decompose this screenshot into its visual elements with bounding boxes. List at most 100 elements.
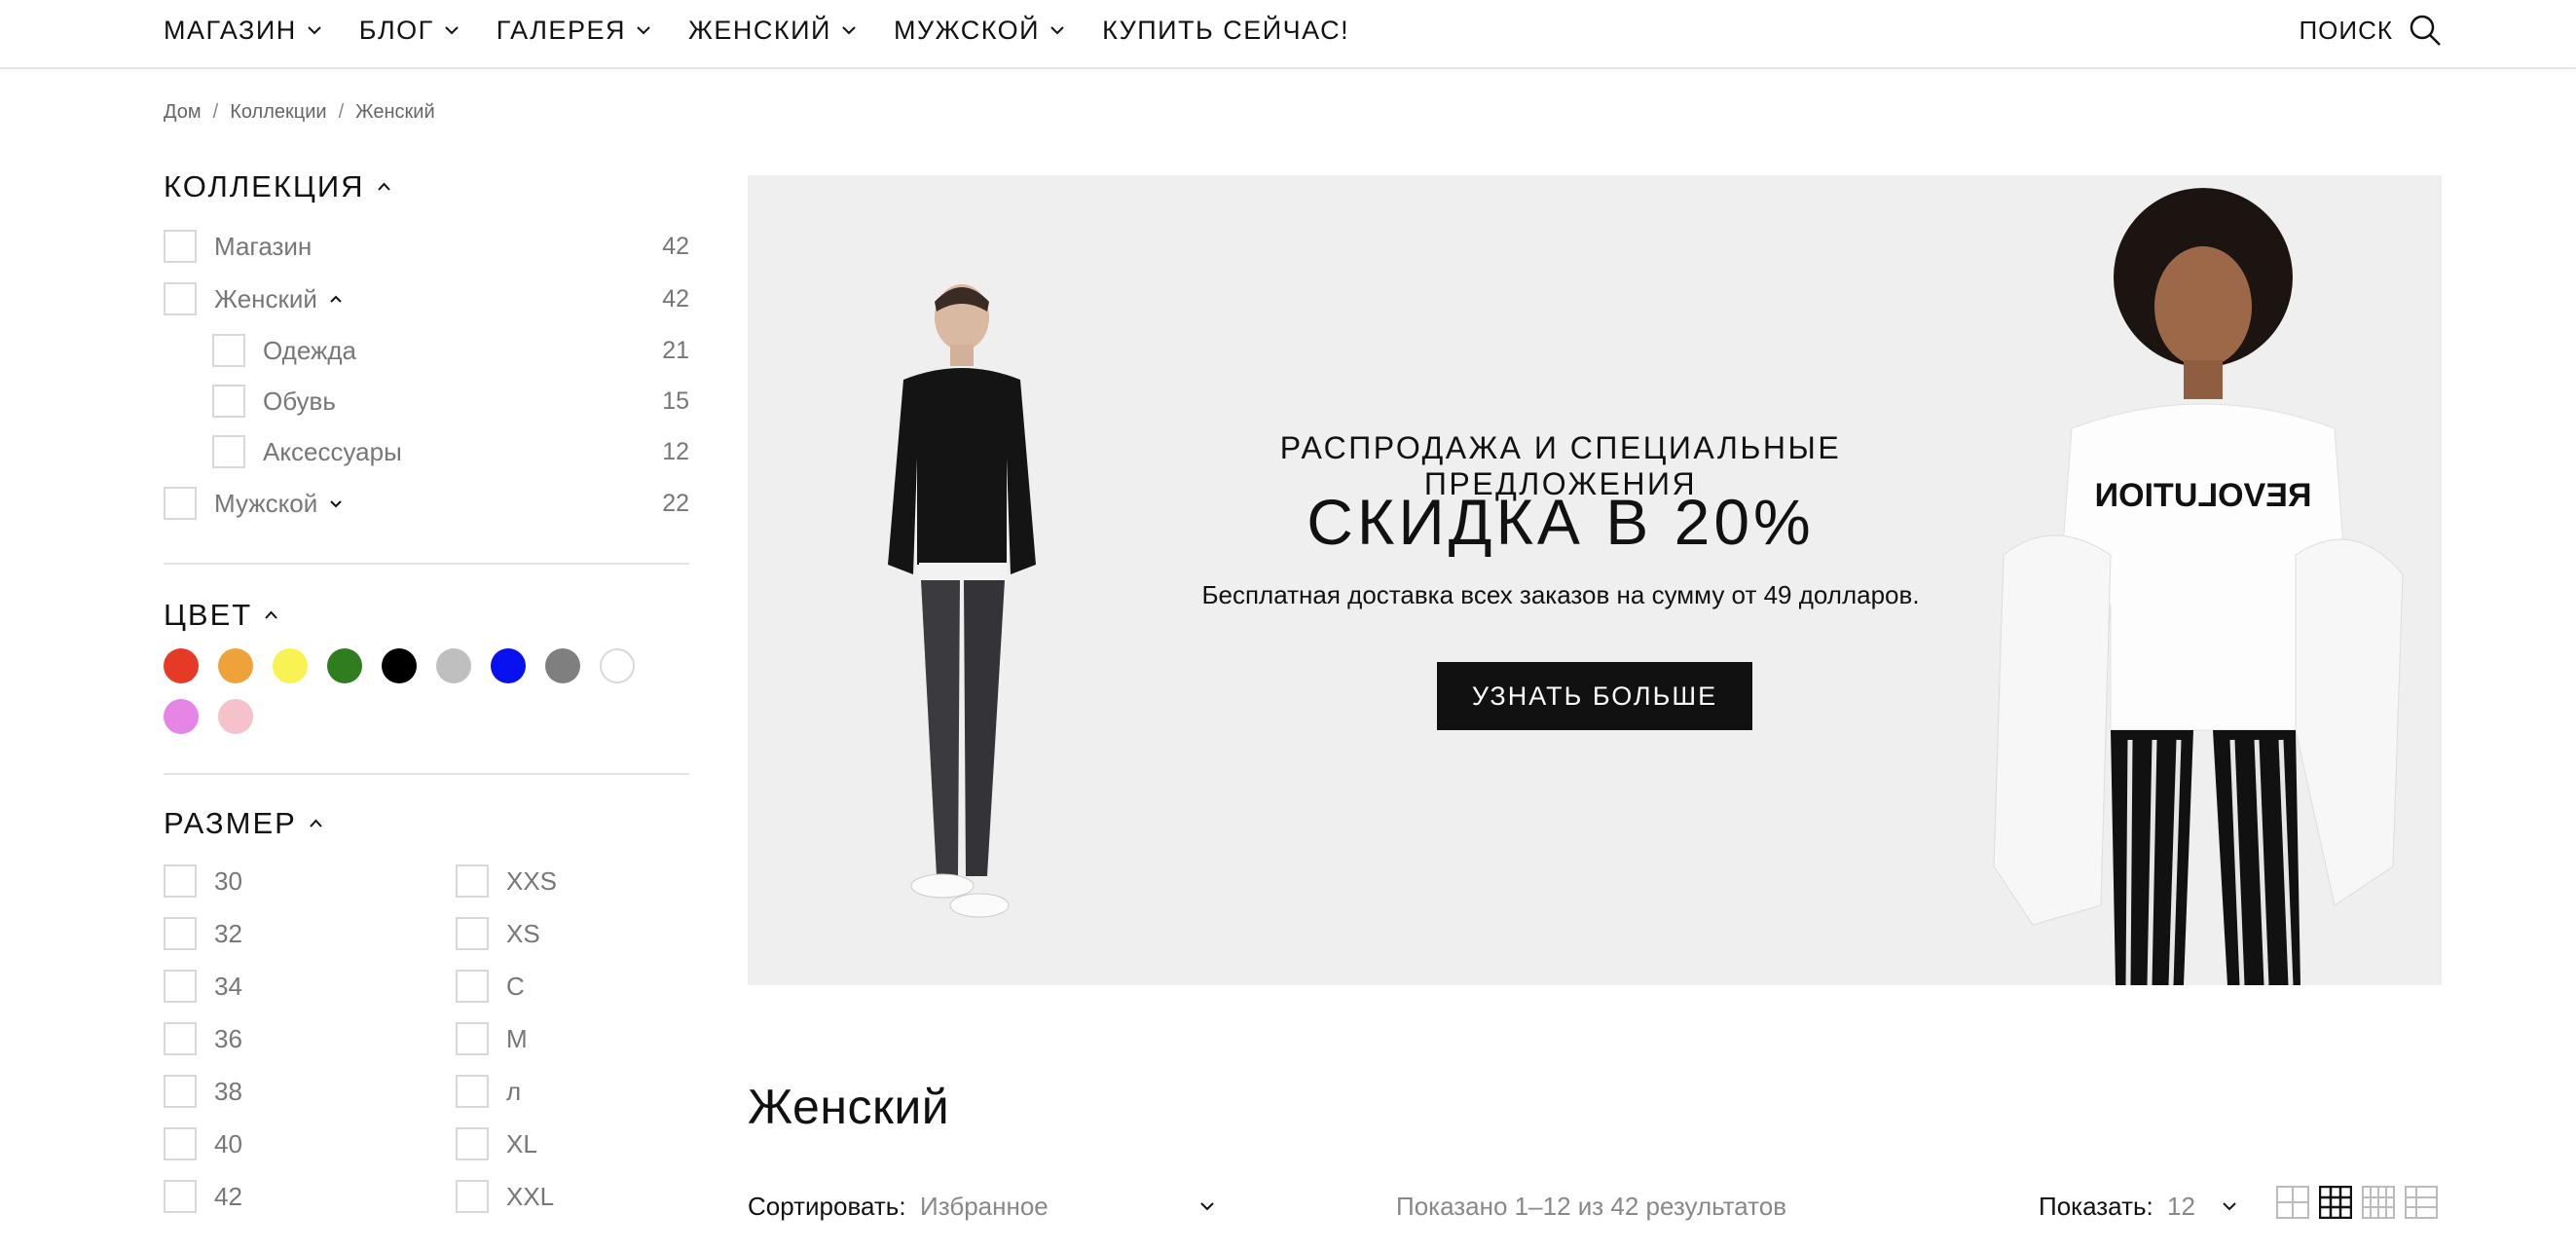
filter-option-count: 22 (662, 489, 689, 517)
size-option-xl[interactable]: XL (456, 1118, 689, 1170)
checkbox[interactable] (164, 864, 197, 898)
filter-size-toggle[interactable]: РАЗМЕР (164, 802, 689, 845)
per-page-select[interactable]: 12 (2167, 1192, 2195, 1222)
filter-option-label: Женский (214, 284, 343, 314)
male-model-image (888, 284, 1036, 918)
size-option-xxs[interactable]: XXS (456, 855, 689, 907)
nav-item-men[interactable]: МУЖСКОЙ (894, 16, 1065, 46)
grid-4-columns-icon[interactable] (2362, 1186, 2395, 1219)
chevron-up-icon[interactable] (329, 295, 343, 304)
size-option-30[interactable]: 30 (164, 855, 456, 907)
chevron-down-icon[interactable] (2222, 1201, 2237, 1211)
search-icon (2410, 15, 2441, 46)
size-label: 40 (214, 1128, 242, 1158)
checkbox[interactable] (212, 385, 245, 418)
color-swatch[interactable] (273, 648, 308, 683)
size-option-36[interactable]: 36 (164, 1012, 456, 1065)
size-label: XXS (506, 865, 558, 896)
filter-option-shop[interactable]: Магазин 42 (164, 220, 689, 273)
filter-collection-toggle[interactable]: КОЛЛЕКЦИЯ (164, 165, 689, 208)
chevron-down-icon (1050, 26, 1064, 35)
color-swatch[interactable] (600, 648, 635, 683)
size-label: С (506, 971, 525, 1001)
size-option-34[interactable]: 34 (164, 960, 456, 1012)
female-model-image: REVOLUTION (1993, 188, 2404, 985)
chevron-up-icon (377, 182, 390, 191)
chevron-down-icon[interactable] (1199, 1201, 1215, 1211)
filter-option-label: Обувь (263, 386, 336, 416)
checkbox[interactable] (456, 864, 489, 898)
checkbox[interactable] (456, 1022, 489, 1055)
breadcrumb-link-collections[interactable]: Коллекции (230, 101, 326, 124)
color-swatch[interactable] (218, 699, 253, 734)
listing-toolbar: Сортировать: Избранное Показано 1–12 из … (748, 1182, 2442, 1231)
nav-item-gallery[interactable]: ГАЛЕРЕЯ (497, 16, 651, 46)
filter-option-count: 12 (662, 437, 689, 465)
filter-option-count: 42 (662, 232, 689, 260)
checkbox[interactable] (164, 1127, 197, 1160)
checkbox[interactable] (164, 282, 197, 315)
color-swatch[interactable] (382, 648, 417, 683)
color-swatch[interactable] (436, 648, 471, 683)
breadcrumb-link-home[interactable]: Дом (164, 101, 202, 124)
checkbox[interactable] (164, 230, 197, 263)
color-swatch[interactable] (327, 648, 362, 683)
filter-option-women[interactable]: Женский 42 (164, 273, 689, 325)
grid-2-columns-icon[interactable] (2276, 1186, 2309, 1219)
checkbox[interactable] (164, 487, 197, 520)
checkbox[interactable] (164, 1180, 197, 1213)
filter-option-label: Магазин (214, 231, 313, 261)
size-option-m[interactable]: M (456, 1012, 689, 1065)
filter-color-title: ЦВЕТ (164, 598, 253, 632)
filter-option-men[interactable]: Мужской 22 (164, 477, 689, 530)
checkbox[interactable] (456, 1127, 489, 1160)
size-label: 38 (214, 1076, 242, 1106)
checkbox[interactable] (212, 334, 245, 367)
size-option-42[interactable]: 42 (164, 1170, 456, 1223)
nav-item-blog[interactable]: БЛОГ (359, 16, 460, 46)
checkbox[interactable] (456, 917, 489, 950)
nav-item-women[interactable]: ЖЕНСКИЙ (688, 16, 857, 46)
size-option-xs[interactable]: XS (456, 907, 689, 960)
checkbox[interactable] (164, 1022, 197, 1055)
filter-collection-title: КОЛЛЕКЦИЯ (164, 169, 365, 203)
filter-option-label: Мужской (214, 489, 343, 519)
size-options: 30 XXS 32 XS 34 С 36 M 38 л 40 XL 42 XXL (164, 855, 689, 1223)
filter-option-shoes[interactable]: Обувь 15 (164, 376, 689, 426)
color-swatch[interactable] (164, 699, 199, 734)
grid-3-columns-icon[interactable] (2319, 1186, 2352, 1219)
checkbox[interactable] (456, 1180, 489, 1213)
filter-color-toggle[interactable]: ЦВЕТ (164, 594, 689, 637)
color-swatch[interactable] (164, 648, 199, 683)
chevron-up-icon (265, 610, 277, 619)
size-option-32[interactable]: 32 (164, 907, 456, 960)
color-swatch[interactable] (545, 648, 580, 683)
size-option-40[interactable]: 40 (164, 1118, 456, 1170)
nav-item-shop[interactable]: МАГАЗИН (164, 16, 322, 46)
checkbox[interactable] (212, 435, 245, 468)
filter-option-clothing[interactable]: Одежда 21 (164, 325, 689, 376)
checkbox[interactable] (164, 970, 197, 1003)
nav-item-buy-now[interactable]: КУПИТЬ СЕЙЧАС! (1102, 16, 1349, 46)
color-swatch[interactable] (491, 648, 526, 683)
search-button[interactable]: ПОИСК (2299, 0, 2442, 60)
results-count: Показано 1–12 из 42 результатов (1396, 1192, 1787, 1221)
filter-option-count: 21 (662, 336, 689, 364)
sort-label: Сортировать: (748, 1192, 906, 1221)
list-view-icon[interactable] (2405, 1186, 2438, 1219)
checkbox[interactable] (164, 917, 197, 950)
nav-item-label: МАГАЗИН (164, 15, 297, 45)
size-option-l[interactable]: л (456, 1065, 689, 1118)
nav-item-label: МУЖСКОЙ (893, 15, 1041, 45)
learn-more-button[interactable]: УЗНАТЬ БОЛЬШЕ (1437, 662, 1752, 730)
size-option-s[interactable]: С (456, 960, 689, 1012)
chevron-down-icon[interactable] (329, 499, 343, 508)
checkbox[interactable] (456, 1075, 489, 1108)
size-option-xxl[interactable]: XXL (456, 1170, 689, 1223)
color-swatch[interactable] (218, 648, 253, 683)
breadcrumb: Дом / Коллекции / Женский (164, 101, 435, 124)
filter-option-accessories[interactable]: Аксессуары 12 (164, 426, 689, 477)
size-option-38[interactable]: 38 (164, 1065, 456, 1118)
checkbox[interactable] (456, 970, 489, 1003)
checkbox[interactable] (164, 1075, 197, 1108)
